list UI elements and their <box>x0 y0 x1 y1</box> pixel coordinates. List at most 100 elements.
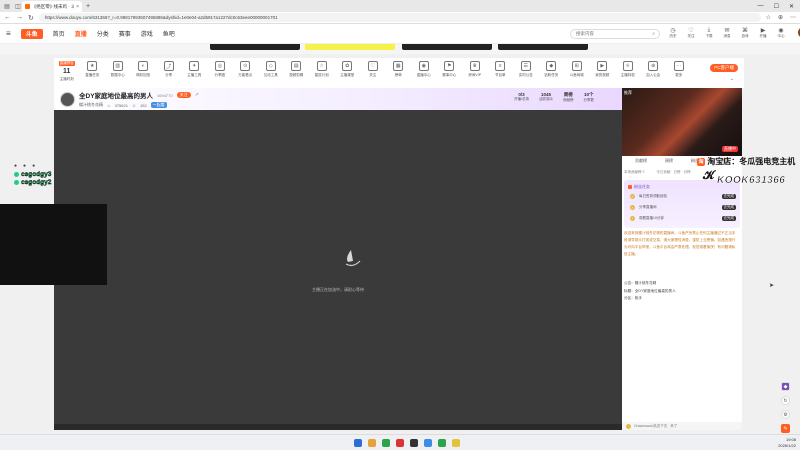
nav-events[interactable]: 赛事 <box>119 29 131 38</box>
tab-contribution[interactable]: 贡献榜 <box>635 158 647 164</box>
pc-client-badge[interactable]: PC客户端 <box>710 64 738 72</box>
tool-item[interactable]: ⊞ 斗鱼商城 <box>564 61 590 78</box>
games-button[interactable]: ⌘ 游戏 <box>740 27 750 39</box>
anchor-name[interactable]: 蝶汁桃冬花精 <box>79 102 103 108</box>
tool-item[interactable]: ✿ 主播课堂 <box>335 61 361 78</box>
history-button[interactable]: ◷ 历史 <box>668 27 678 39</box>
overlay-dot-icon: ● <box>23 163 27 169</box>
anchor-avatar[interactable] <box>60 91 75 107</box>
refresh-float-button[interactable]: ↻ <box>781 396 790 405</box>
tool-item[interactable]: ◉ 直播中心 <box>411 61 437 78</box>
tool-item[interactable]: ⚑ 赛事中心 <box>437 61 463 78</box>
room-stat[interactable]: 周榜 贡献榜 <box>563 92 574 103</box>
search-input[interactable]: 搜索内容 ⌕ <box>570 29 660 39</box>
tool-item[interactable]: ≡ 节目单 <box>488 61 514 78</box>
recommend-thumb[interactable] <box>402 44 492 50</box>
recommend-thumb[interactable] <box>210 44 300 50</box>
rank-subtab[interactable]: 今日贡献 · 日榜 · 月榜 <box>656 170 690 175</box>
app-icon[interactable] <box>452 439 460 447</box>
settings-float-button[interactable]: ⚙ <box>781 410 790 419</box>
tool-label: 房间VIP <box>468 73 482 77</box>
rank-subtab[interactable]: 本场贡献榜 2 <box>624 170 644 175</box>
follow-button[interactable]: 关注 <box>176 92 191 98</box>
tab-weekly[interactable]: 周榜 <box>665 158 673 164</box>
nav-games[interactable]: 游戏 <box>141 29 153 38</box>
tool-item[interactable]: ⤴ 分享 <box>156 61 182 78</box>
overlay-label-item: csgodgy3 <box>14 171 56 178</box>
feedback-float-button[interactable]: ✎ <box>781 424 790 433</box>
reload-button[interactable]: ↻ <box>28 14 34 22</box>
share-icon[interactable]: ↗ <box>195 92 199 98</box>
user-center-button[interactable]: ◉ 中心 <box>776 27 786 39</box>
recommend-thumb[interactable] <box>498 44 588 50</box>
maximize-button[interactable]: ☐ <box>774 3 779 10</box>
tool-item[interactable]: ◇ 互动工具 <box>258 61 284 78</box>
extensions-icon[interactable]: ⊕ <box>778 14 783 21</box>
recommend-thumb[interactable] <box>305 44 395 50</box>
tab-back-icon[interactable]: ◫ <box>14 2 22 10</box>
tool-item[interactable]: ▤ 视频剪辑 <box>284 61 310 78</box>
follow-list-button[interactable]: ♡ 关注 <box>686 27 696 39</box>
tool-item[interactable]: ▦ 榜单 <box>386 61 412 78</box>
fan-task-go-button[interactable]: 去完成 <box>721 216 736 221</box>
tool-item[interactable]: ♕ 主播特权 <box>615 61 641 78</box>
file-explorer-icon[interactable] <box>368 439 376 447</box>
fan-task-go-button[interactable]: 去完成 <box>721 194 736 199</box>
tab-close-icon[interactable]: × <box>76 4 79 10</box>
nav-live[interactable]: 直播 <box>75 29 87 38</box>
tool-item[interactable]: ⋯ 更多 <box>666 61 692 78</box>
room-stat[interactable]: 10个 分享数 <box>583 92 594 103</box>
start-live-button[interactable]: ▶ 开播 <box>758 27 768 39</box>
new-tab-button[interactable]: + <box>86 3 90 10</box>
activity-float-button[interactable]: ◆ <box>781 382 790 391</box>
system-tray-clock[interactable]: 19:08 2026/1/22 <box>778 437 796 448</box>
browser-more-icon[interactable]: ⋯ <box>790 14 796 21</box>
app-icon[interactable] <box>410 439 418 447</box>
player-control-bar[interactable] <box>54 424 622 430</box>
minimize-button[interactable]: — <box>758 3 764 10</box>
app-icon[interactable] <box>396 439 404 447</box>
anchor-schedule-tool[interactable]: 直播预告 11 主播时刻 <box>54 61 80 82</box>
fan-task-go-button[interactable]: 去完成 <box>721 205 736 210</box>
edge-browser-icon[interactable] <box>382 439 390 447</box>
tool-item[interactable]: ▥ 数据中心 <box>105 61 131 78</box>
browser-tab[interactable]: 《绝区零》·线未鸡 · 斗鱼公测... × <box>22 1 82 12</box>
room-stat: 1045 活跃观众 <box>539 92 553 103</box>
tool-item[interactable]: ⊕ 加入公会 <box>641 61 667 78</box>
tool-item[interactable]: ◎ 分享圈 <box>207 61 233 78</box>
tool-item[interactable]: ◆ 钻粉任务 <box>539 61 565 78</box>
back-button[interactable]: ← <box>4 14 11 21</box>
app-icon[interactable] <box>424 439 432 447</box>
app-icon[interactable] <box>438 439 446 447</box>
tool-item[interactable]: ▶ 我的视频 <box>590 61 616 78</box>
tool-item[interactable]: ✦ 主播工具 <box>182 61 208 78</box>
tool-item[interactable]: ☰ 实时公告 <box>513 61 539 78</box>
forward-button[interactable]: → <box>16 14 23 21</box>
bookmark-star-icon[interactable]: ☆ <box>766 14 771 21</box>
browser-menu-icon[interactable]: ▤ <box>3 2 11 10</box>
player-area[interactable]: 全DY家庭地位最高的男人 1694770 关注 ↗ 蝶汁桃冬花精 ♨ 37562… <box>54 88 622 430</box>
tool-item[interactable]: ★ 直播任务 <box>80 61 106 78</box>
nav-category[interactable]: 分类 <box>97 29 109 38</box>
messages-button[interactable]: ✉ 消息 <box>722 27 732 39</box>
douyu-logo[interactable]: 斗鱼 <box>20 28 43 39</box>
tool-item[interactable]: ♛ 房间VIP <box>462 61 488 78</box>
black-overlay-panel <box>0 204 107 285</box>
nav-home[interactable]: 首页 <box>53 29 65 38</box>
close-window-button[interactable]: ✕ <box>789 3 794 10</box>
windows-start-icon[interactable] <box>354 439 362 447</box>
url-input[interactable]: https://www.douyu.com/631366?_r=0.998179… <box>38 13 761 22</box>
watch-together-badge[interactable]: 一起看 <box>150 102 167 108</box>
chevron-down-icon[interactable]: ⌄ <box>730 76 734 82</box>
tool-item[interactable]: ◐ 精彩回放 <box>131 61 157 78</box>
tool-icon: ≡ <box>495 61 506 71</box>
tool-item[interactable]: ♡ 关注 <box>360 61 386 78</box>
hamburger-menu-icon[interactable]: ≡ <box>6 29 11 38</box>
chat-user[interactable]: Chasesaccn执念下去 <box>634 424 667 429</box>
search-icon[interactable]: ⌕ <box>652 31 655 37</box>
recommend-video-preview[interactable]: 推荐 直播中 <box>622 88 742 156</box>
download-button[interactable]: ⤓ 下载 <box>704 27 714 39</box>
tool-item[interactable]: ⊙ 万能看点 <box>233 61 259 78</box>
tool-item[interactable]: ☆ 星辰计划 <box>309 61 335 78</box>
nav-yuba[interactable]: 鱼吧 <box>163 29 175 38</box>
